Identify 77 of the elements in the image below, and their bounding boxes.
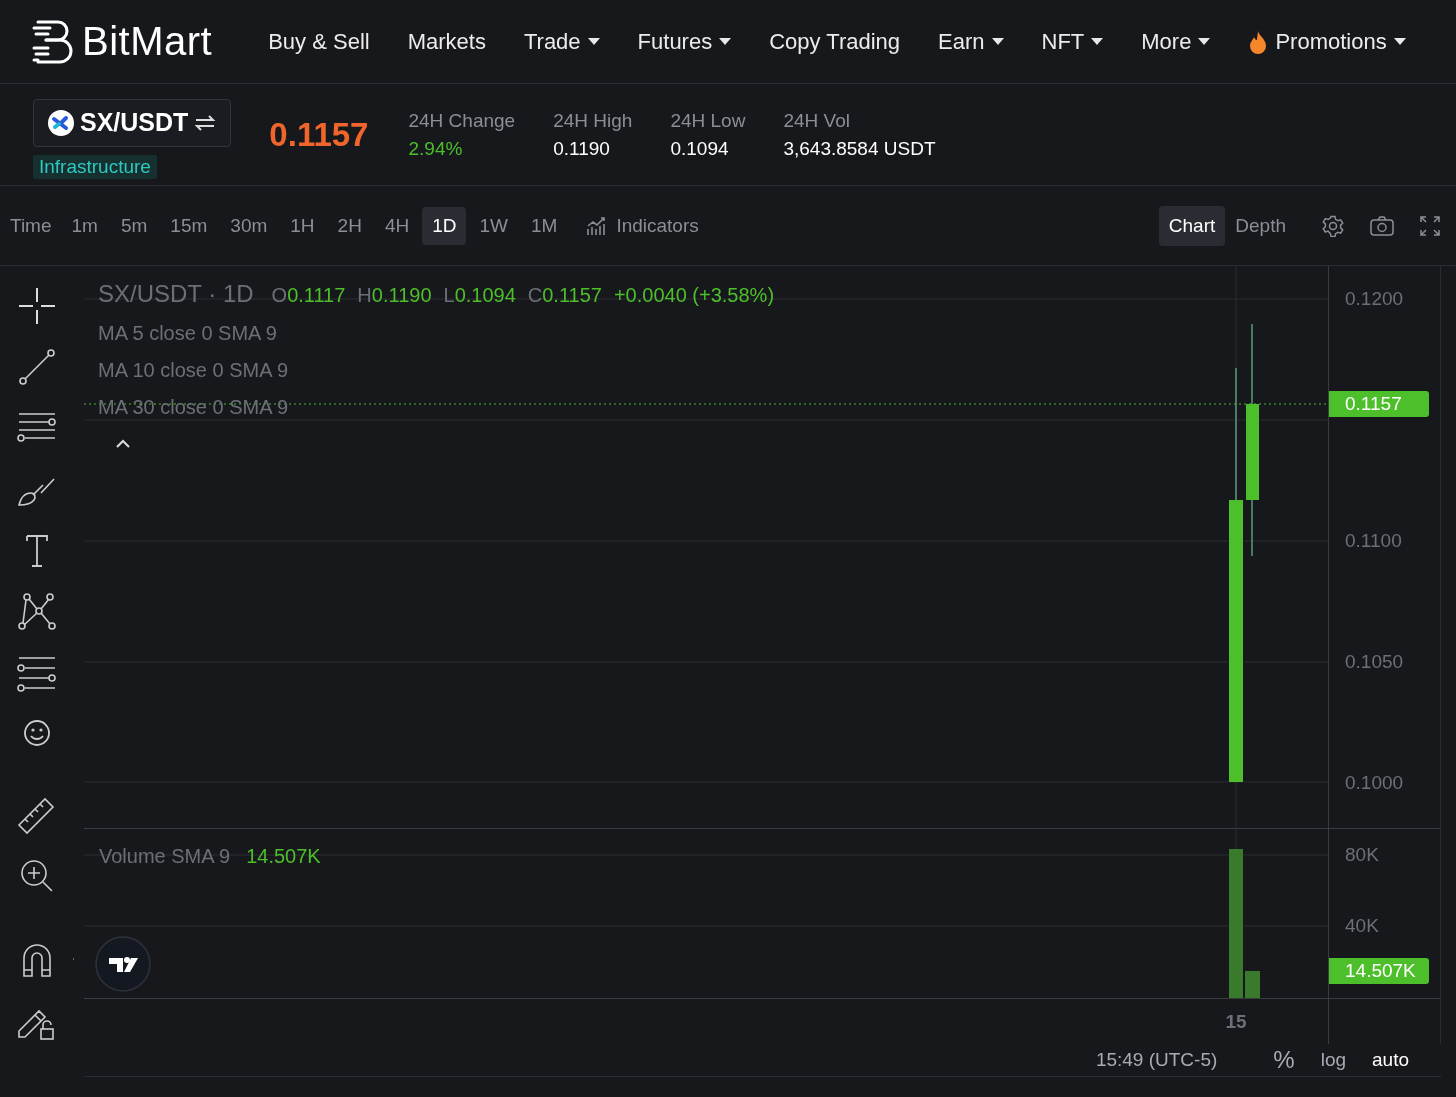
interval-tab[interactable]: 1H [280, 206, 325, 245]
settings-icon[interactable] [1322, 214, 1344, 237]
scale-option[interactable]: auto [1362, 1047, 1419, 1073]
pair-selector[interactable]: SX/USDT [33, 98, 232, 147]
pattern-tool-icon[interactable] [17, 591, 57, 631]
price-badge: 0.1157 [1329, 391, 1429, 417]
time-label: Time [10, 214, 52, 237]
nav-link[interactable]: Buy & Sell [268, 28, 370, 55]
ohlc-value: C0.1157 [527, 284, 602, 307]
axis-label: 0.1000 [1345, 772, 1404, 794]
interval-tab[interactable]: 30m [220, 206, 278, 245]
volume-legend[interactable]: Volume SMA 9 [99, 845, 231, 868]
line-tool-icon[interactable] [17, 347, 57, 387]
nav-link[interactable]: Futures [637, 28, 732, 55]
interval-tab[interactable]: 4H [374, 206, 420, 245]
flame-icon [1248, 29, 1269, 54]
nav-link[interactable]: Markets [407, 28, 486, 55]
logo-badge[interactable] [95, 936, 151, 992]
nav-link[interactable]: Earn [938, 28, 1004, 55]
ohlc-value: L0.1094 [443, 284, 516, 307]
axis-label: 80K [1345, 844, 1379, 866]
caret-icon [991, 37, 1004, 46]
indicator-legend[interactable]: MA 5 close 0 SMA 9 [98, 322, 277, 345]
nav-link[interactable]: Trade [523, 28, 600, 55]
stat-value: 2.94% [408, 137, 464, 160]
camera-icon[interactable] [1370, 214, 1394, 237]
interval-tab[interactable]: 2H [327, 206, 372, 245]
stat-value: 0.1190 [553, 137, 611, 160]
volume-value: 14.507K [246, 845, 321, 868]
nav-link[interactable]: More [1141, 28, 1211, 55]
nav-link[interactable]: Copy Trading [769, 28, 901, 55]
chart-title: SX/USDT · 1D [98, 280, 254, 308]
ohlc-value: H0.1190 [357, 284, 432, 307]
stat-value: 3,643.8584 USDT [783, 137, 936, 160]
stat-label: 24H Vol [783, 109, 851, 132]
time-label: 15 [1225, 1011, 1247, 1033]
timezone-label[interactable]: 15:49 (UTC-5) [1095, 1049, 1218, 1071]
caret-icon [1091, 37, 1104, 46]
nav-link[interactable]: NFT [1041, 28, 1104, 55]
volume-badge: 14.507K [1329, 958, 1429, 984]
ohlc-value: O0.1117 [271, 284, 346, 307]
swap-icon [194, 114, 217, 131]
price-change: +0.0040 (+3.58%) [613, 284, 775, 307]
coin-icon [48, 109, 74, 136]
last-price: 0.1157 [269, 115, 369, 154]
interval-tab[interactable]: 1m [61, 206, 108, 245]
fullscreen-icon[interactable] [1420, 215, 1440, 236]
axis-label: 40K [1345, 915, 1379, 937]
brand-name[interactable]: BitMart [82, 19, 213, 64]
stat-value: 0.1094 [670, 137, 730, 160]
indicator-legend[interactable]: MA 30 close 0 SMA 9 [98, 396, 289, 419]
axis-label: 0.1050 [1345, 651, 1404, 673]
interval-tab[interactable]: 1W [469, 206, 518, 245]
crosshair-icon[interactable] [17, 286, 57, 326]
indicator-legend[interactable]: MA 10 close 0 SMA 9 [98, 359, 289, 382]
view-tab[interactable]: Depth [1225, 205, 1296, 246]
caret-icon [1198, 37, 1211, 46]
ruler-icon[interactable] [17, 795, 57, 835]
category-tag[interactable]: Infrastructure [33, 154, 157, 179]
interval-tab[interactable]: 5m [110, 206, 158, 245]
scale-option[interactable]: log [1310, 1047, 1356, 1073]
caret-icon [587, 37, 600, 46]
axis-label: 0.1200 [1345, 288, 1404, 310]
chevron-up-icon[interactable] [116, 439, 130, 448]
nav-link[interactable]: Promotions [1248, 28, 1406, 55]
indicators-button[interactable]: Indicators [580, 213, 705, 238]
scale-option[interactable]: % [1263, 1044, 1305, 1076]
interval-tab[interactable]: 1M [520, 206, 568, 245]
stat-label: 24H High [553, 109, 633, 132]
view-tab[interactable]: Chart [1158, 205, 1226, 246]
stat-label: 24H Low [670, 109, 746, 132]
axis-label: 0.1100 [1345, 530, 1402, 552]
caret-icon [719, 37, 732, 46]
stat-label: 24H Change [408, 109, 516, 132]
interval-tab[interactable]: 1D [422, 206, 467, 245]
caret-icon [1393, 37, 1406, 46]
interval-tab[interactable]: 15m [160, 206, 218, 245]
